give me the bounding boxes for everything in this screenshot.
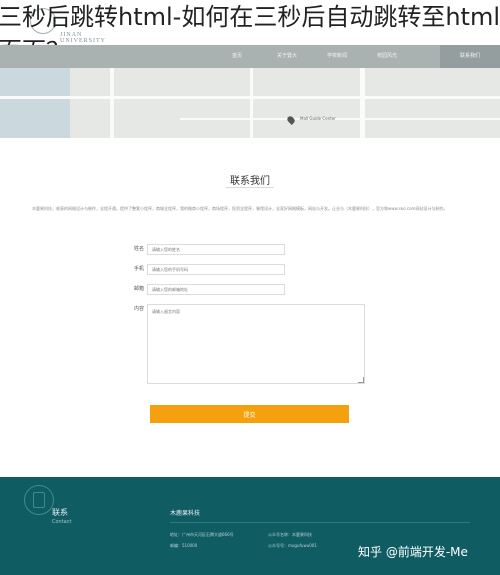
- contact-intro: 木鹿果科技，收获的网格设计与制作，全程开通，提供了整套小程序，商城全程序，我的微…: [32, 206, 448, 211]
- phone-label: 手机: [133, 266, 144, 272]
- main-nav: 首页 关于暨大 学校新闻 校园风光 联系我们: [0, 45, 500, 68]
- nav-item-home[interactable]: 首页: [212, 45, 262, 68]
- footer-divider: [170, 522, 470, 523]
- footer-logo-icon: [24, 485, 54, 515]
- footer-contact-title: 联系: [52, 508, 68, 517]
- title-divider: [226, 187, 274, 188]
- site-header: JINAN UNIVERSITY 三秒后跳转html-如何在三秒后自动跳转至ht…: [0, 0, 500, 68]
- submit-button[interactable]: 提交: [150, 405, 349, 423]
- footer-company: 木鹿果科技: [170, 510, 201, 517]
- nav-item-news[interactable]: 学校新闻: [312, 45, 362, 68]
- email-input[interactable]: [147, 284, 285, 295]
- nav-item-campus[interactable]: 校园风光: [362, 45, 412, 68]
- map-pin-icon[interactable]: [286, 115, 296, 125]
- nav-item-contact[interactable]: 联系我们: [440, 45, 500, 68]
- map-place-label: Mall Guide Center: [300, 116, 336, 121]
- phone-input[interactable]: [147, 264, 285, 275]
- resize-handle-icon[interactable]: [358, 377, 364, 383]
- footer-public-name: 公众号名称：木鹿果科技: [268, 532, 312, 537]
- map-road: [250, 68, 253, 138]
- content-label: 内容: [133, 306, 144, 312]
- footer-public-id: 公众号号：mugufuwu001: [268, 543, 317, 548]
- nav-item-about[interactable]: 关于暨大: [262, 45, 312, 68]
- footer-address: 地址：广州市天河区石牌大道666号: [170, 532, 234, 537]
- footer-contact-en: Contact: [52, 519, 72, 525]
- zhihu-watermark: 知乎 @前端开发-Me: [358, 545, 468, 559]
- map-water: [0, 68, 70, 138]
- map-road: [360, 68, 365, 138]
- site-footer: 联系 Contact 木鹿果科技 地址：广州市天河区石牌大道666号 邮编：51…: [0, 477, 500, 575]
- email-label: 邮箱: [133, 286, 144, 292]
- content-textarea[interactable]: [147, 304, 365, 384]
- map-road: [110, 68, 114, 138]
- name-label: 姓名: [133, 246, 144, 252]
- location-map[interactable]: Mall Guide Center: [0, 68, 500, 138]
- contact-title: 联系我们: [230, 176, 270, 187]
- footer-postcode: 邮编：510000: [170, 543, 198, 548]
- map-road: [180, 118, 500, 120]
- name-input[interactable]: [147, 244, 285, 255]
